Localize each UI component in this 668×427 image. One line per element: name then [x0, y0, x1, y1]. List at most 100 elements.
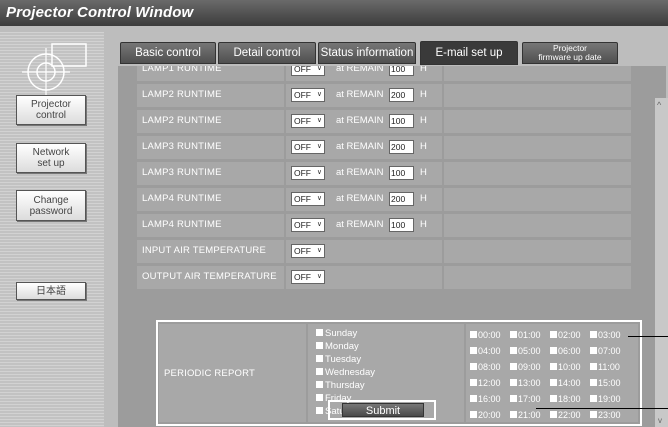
select-value: OFF — [294, 168, 311, 178]
checkbox-icon[interactable] — [550, 347, 557, 354]
sidebar-item-network-setup[interactable]: Network set up — [16, 143, 86, 173]
checkbox-icon[interactable] — [590, 411, 597, 418]
lamp-name-label: LAMP2 RUNTIME — [142, 115, 222, 126]
remain-input[interactable]: 200 — [389, 192, 414, 206]
checkbox-icon[interactable] — [510, 379, 517, 386]
checkbox-icon[interactable] — [510, 411, 517, 418]
checkbox-icon[interactable] — [590, 331, 597, 338]
periodic-day-checkbox[interactable]: Tuesday — [316, 354, 361, 365]
periodic-hour-checkbox[interactable]: 19:00 — [590, 394, 621, 404]
temperature-select[interactable]: OFF ∨ — [291, 270, 325, 284]
checkbox-icon[interactable] — [550, 331, 557, 338]
lamp-setting-cell: OFF ∨ at REMAIN 200 H — [286, 84, 442, 107]
periodic-hour-checkbox[interactable]: 03:00 — [590, 330, 621, 340]
checkbox-icon[interactable] — [470, 379, 477, 386]
remain-input[interactable]: 200 — [389, 88, 414, 102]
empty-cell — [444, 136, 631, 159]
periodic-hour-checkbox[interactable]: 18:00 — [550, 394, 581, 404]
lamp-select[interactable]: OFF ∨ — [291, 114, 325, 128]
checkbox-icon[interactable] — [590, 347, 597, 354]
periodic-hour-checkbox[interactable]: 06:00 — [550, 346, 581, 356]
checkbox-icon[interactable] — [316, 355, 323, 362]
lamp-select[interactable]: OFF ∨ — [291, 192, 325, 206]
periodic-hour-checkbox[interactable]: 15:00 — [590, 378, 621, 388]
temperature-setting-cell: OFF ∨ — [286, 266, 442, 289]
checkbox-icon[interactable] — [550, 395, 557, 402]
periodic-day-checkbox[interactable]: Sunday — [316, 328, 357, 339]
periodic-hour-checkbox[interactable]: 07:00 — [590, 346, 621, 356]
sidebar: Projector control Network set up Change … — [0, 32, 104, 427]
vertical-scrollbar[interactable]: ^ v — [655, 98, 668, 427]
checkbox-icon[interactable] — [470, 395, 477, 402]
periodic-hour-checkbox[interactable]: 05:00 — [510, 346, 541, 356]
checkbox-icon[interactable] — [550, 379, 557, 386]
periodic-hour-checkbox[interactable]: 23:00 — [590, 410, 621, 420]
checkbox-icon[interactable] — [510, 395, 517, 402]
tab-basic-control[interactable]: Basic control — [120, 42, 216, 64]
submit-button[interactable]: Submit — [342, 403, 424, 417]
checkbox-icon[interactable] — [316, 342, 323, 349]
scroll-down-icon[interactable]: v — [658, 416, 662, 425]
periodic-hour-checkbox[interactable]: 16:00 — [470, 394, 501, 404]
checkbox-icon[interactable] — [470, 411, 477, 418]
periodic-hour-checkbox[interactable]: 17:00 — [510, 394, 541, 404]
remain-input[interactable]: 100 — [389, 166, 414, 180]
tab-status-information[interactable]: Status information — [318, 42, 416, 64]
periodic-day-checkbox[interactable]: Wednesday — [316, 367, 375, 378]
lamp-select[interactable]: OFF ∨ — [291, 88, 325, 102]
scroll-up-icon[interactable]: ^ — [657, 100, 661, 110]
checkbox-icon[interactable] — [316, 407, 323, 414]
periodic-hour-checkbox[interactable]: 09:00 — [510, 362, 541, 372]
periodic-day-checkbox[interactable]: Monday — [316, 341, 359, 352]
checkbox-icon[interactable] — [316, 329, 323, 336]
lamp-select[interactable]: OFF ∨ — [291, 166, 325, 180]
remain-input[interactable]: 200 — [389, 140, 414, 154]
tab-firmware-update[interactable]: Projector firmware up date — [522, 42, 618, 64]
periodic-hour-checkbox[interactable]: 02:00 — [550, 330, 581, 340]
sidebar-item-projector-control[interactable]: Projector control — [16, 95, 86, 125]
periodic-hour-checkbox[interactable]: 21:00 — [510, 410, 541, 420]
sidebar-item-change-password[interactable]: Change password — [16, 190, 86, 221]
tab-email-setup[interactable]: E-mail set up — [420, 41, 518, 65]
checkbox-icon[interactable] — [590, 395, 597, 402]
remain-input[interactable]: 100 — [389, 218, 414, 232]
remain-label: at REMAIN — [336, 193, 384, 204]
checkbox-icon[interactable] — [316, 381, 323, 388]
checkbox-icon[interactable] — [590, 363, 597, 370]
periodic-hour-checkbox[interactable]: 10:00 — [550, 362, 581, 372]
checkbox-icon[interactable] — [470, 347, 477, 354]
day-label: Thursday — [325, 380, 365, 391]
periodic-day-checkbox[interactable]: Thursday — [316, 380, 365, 391]
periodic-hour-checkbox[interactable]: 04:00 — [470, 346, 501, 356]
checkbox-icon[interactable] — [550, 363, 557, 370]
periodic-hour-checkbox[interactable]: 20:00 — [470, 410, 501, 420]
periodic-hour-checkbox[interactable]: 08:00 — [470, 362, 501, 372]
checkbox-icon[interactable] — [316, 368, 323, 375]
lamp-select[interactable]: OFF ∨ — [291, 66, 325, 76]
lamp-setting-cell: OFF ∨ at REMAIN 100 H — [286, 66, 442, 81]
tab-detail-control[interactable]: Detail control — [218, 42, 316, 64]
checkbox-icon[interactable] — [590, 379, 597, 386]
periodic-hour-checkbox[interactable]: 12:00 — [470, 378, 501, 388]
checkbox-icon[interactable] — [470, 363, 477, 370]
periodic-hour-checkbox[interactable]: 22:00 — [550, 410, 581, 420]
lamp-select[interactable]: OFF ∨ — [291, 218, 325, 232]
sidebar-item-language[interactable]: 日本語 — [16, 282, 86, 300]
periodic-hour-checkbox[interactable]: 01:00 — [510, 330, 541, 340]
window-titlebar: Projector Control Window — [0, 0, 668, 26]
remain-input[interactable]: 100 — [389, 114, 414, 128]
checkbox-icon[interactable] — [510, 331, 517, 338]
periodic-hour-checkbox[interactable]: 14:00 — [550, 378, 581, 388]
periodic-hour-checkbox[interactable]: 00:00 — [470, 330, 501, 340]
checkbox-icon[interactable] — [510, 347, 517, 354]
periodic-hour-checkbox[interactable]: 13:00 — [510, 378, 541, 388]
temperature-select[interactable]: OFF ∨ — [291, 244, 325, 258]
lamp-select[interactable]: OFF ∨ — [291, 140, 325, 154]
checkbox-icon[interactable] — [510, 363, 517, 370]
remain-input[interactable]: 100 — [389, 66, 414, 76]
periodic-hour-checkbox[interactable]: 11:00 — [590, 362, 620, 372]
checkbox-icon[interactable] — [470, 331, 477, 338]
checkbox-icon[interactable] — [316, 394, 323, 401]
checkbox-icon[interactable] — [550, 411, 557, 418]
submit-highlight: Submit — [328, 400, 436, 420]
